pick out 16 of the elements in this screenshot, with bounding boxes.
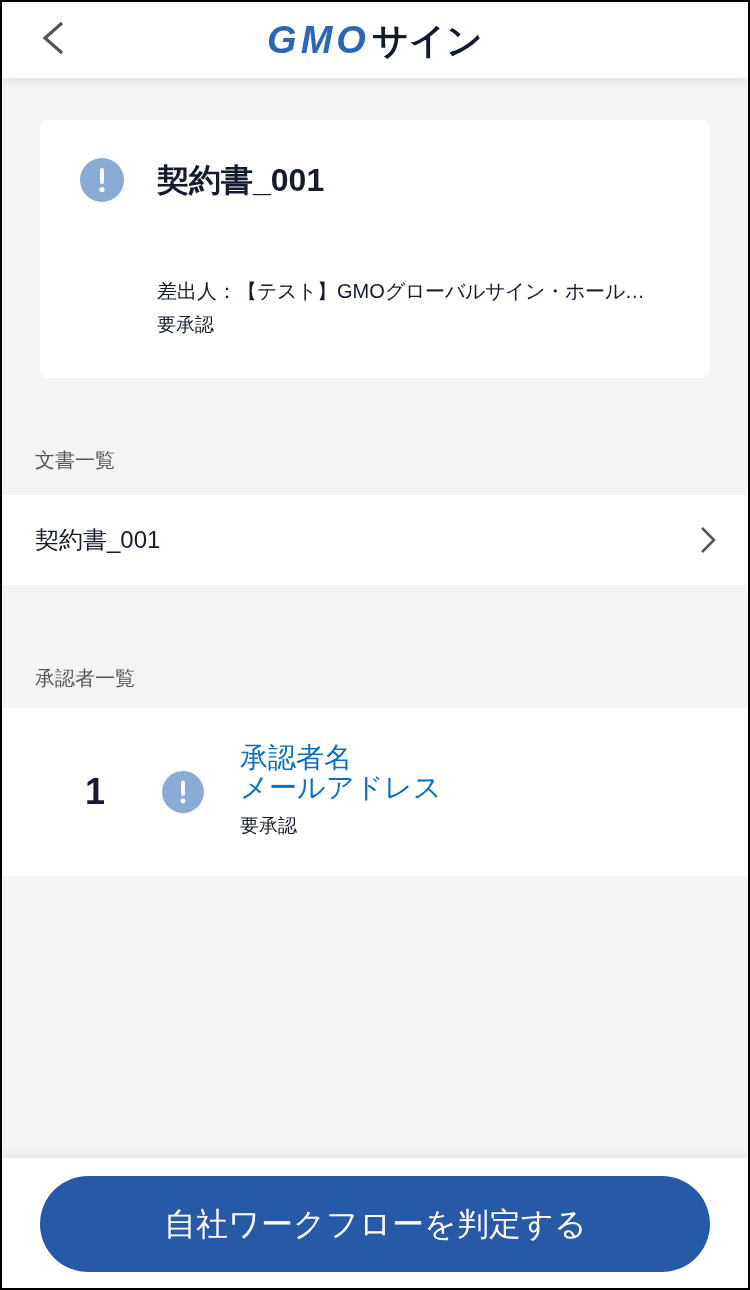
exclamation-circle-icon	[162, 771, 204, 813]
status-text: 要承認	[157, 313, 215, 337]
section-heading: 承認者一覧	[35, 666, 135, 691]
approver-email: メールアドレス	[240, 773, 442, 803]
exclamation-circle-icon	[80, 158, 124, 202]
document-title: 契約書_001	[157, 161, 326, 200]
approver-name: 承認者名	[240, 743, 353, 773]
chevron-left-icon	[41, 21, 65, 55]
section-heading: 文書一覧	[35, 448, 115, 473]
approver-number: 1	[85, 772, 107, 812]
sender-text: 差出人：【テスト】GMOグローバルサイン・ホール…	[157, 279, 645, 304]
document-row[interactable]: 契約書_001	[2, 495, 748, 585]
app-logo: GMO サイン	[267, 21, 483, 59]
determine-workflow-button[interactable]: 自社ワークフローを判定する	[40, 1176, 710, 1272]
approver-status: 要承認	[240, 814, 298, 838]
chevron-right-icon	[700, 526, 716, 554]
